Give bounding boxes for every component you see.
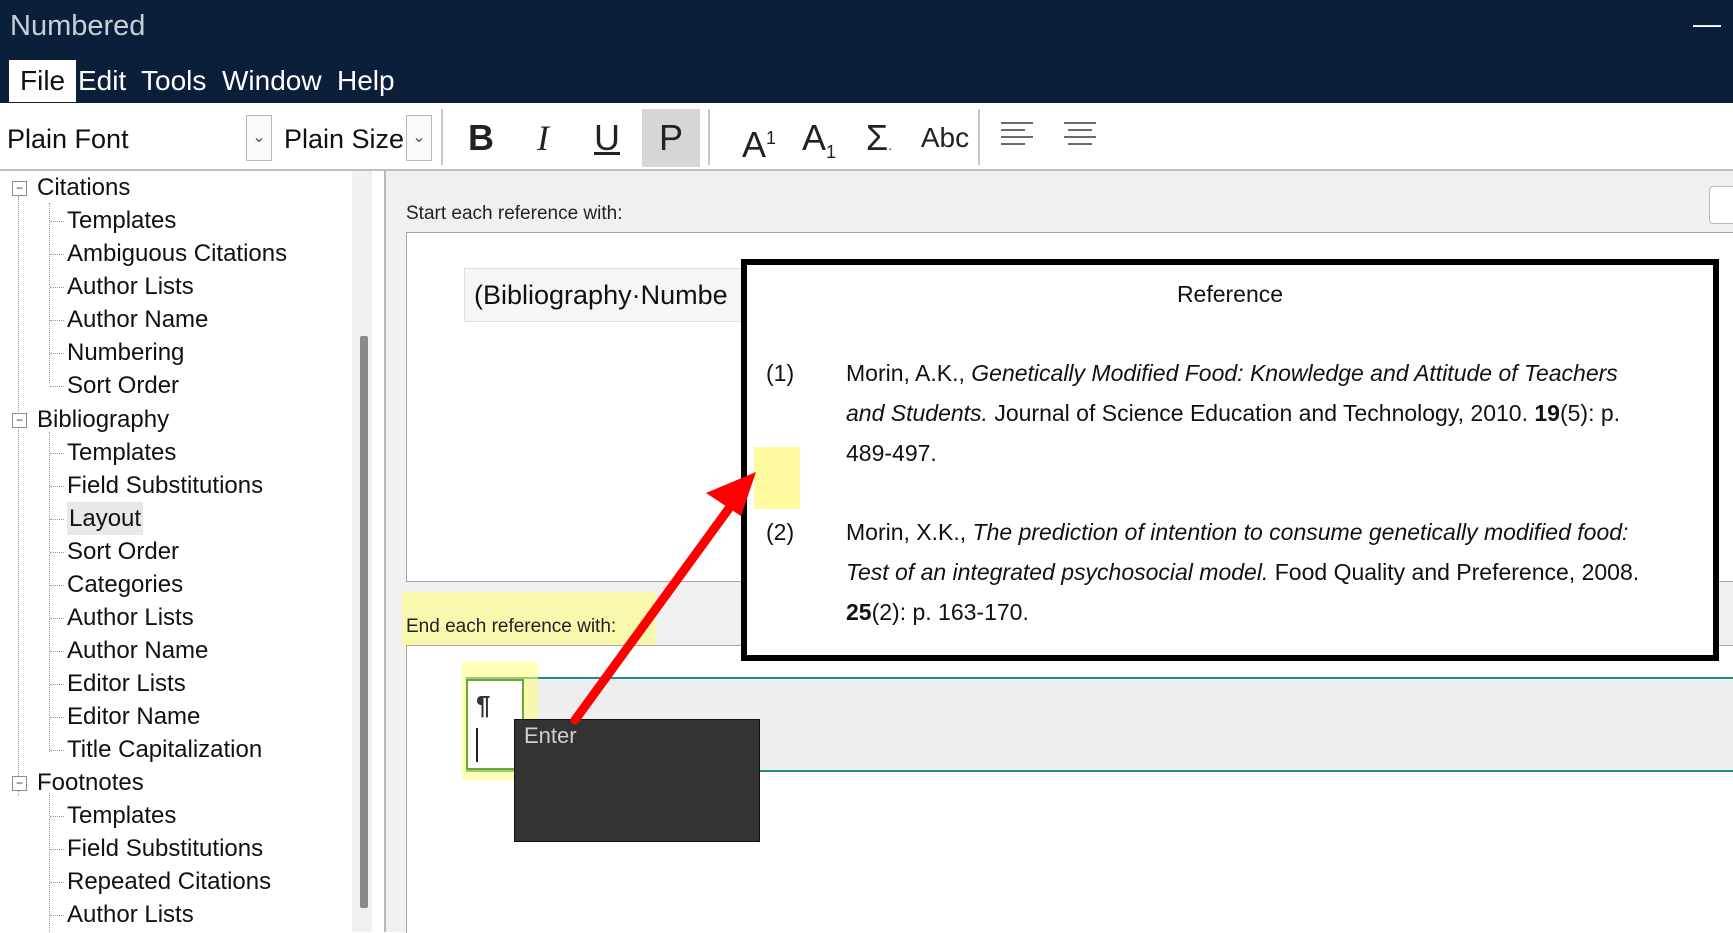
sidebar-item-citations-sort-order[interactable]: Sort Order — [67, 369, 179, 402]
toolbar-divider — [978, 109, 980, 165]
sidebar-item-bibliography-author-lists[interactable]: Author Lists — [67, 601, 194, 634]
paragraph-mark-icon: ¶ — [476, 690, 491, 720]
reference-journal: Food Quality and Preference, 2008. — [1268, 559, 1640, 585]
start-reference-label: Start each reference with: — [406, 203, 623, 224]
sidebar-item-bibliography-sort-order[interactable]: Sort Order — [67, 535, 179, 568]
end-reference-label: End each reference with: — [406, 616, 617, 637]
reference-gap-highlight — [754, 447, 800, 509]
sidebar-item-numbering[interactable]: Numbering — [67, 336, 184, 369]
sidebar-item-footnotes-field-substitutions[interactable]: Field Substitutions — [67, 832, 263, 865]
sidebar-item-citations-templates[interactable]: Templates — [67, 204, 176, 237]
keypress-label: Enter — [524, 723, 577, 748]
underline-button[interactable]: U — [578, 109, 636, 167]
sidebar-item-citations-author-name[interactable]: Author Name — [67, 303, 208, 336]
reference-volume: 19 — [1534, 400, 1560, 426]
bold-button[interactable]: B — [452, 109, 510, 167]
menu-tools[interactable]: Tools — [130, 60, 217, 102]
reference-title: The prediction of intention to consume g… — [972, 519, 1629, 545]
sidebar-item-bibliography-templates[interactable]: Templates — [67, 436, 176, 469]
sidebar-item-footnotes-templates[interactable]: Templates — [67, 799, 176, 832]
tree-line — [49, 793, 50, 932]
reference-authors: Morin, A.K., — [846, 360, 972, 386]
sidebar-item-layout[interactable]: Layout — [67, 502, 144, 535]
tree-line — [18, 196, 19, 796]
font-select[interactable]: Plain Font — [7, 124, 129, 155]
sidebar-scroll-thumb[interactable] — [360, 336, 368, 908]
reference-line: Test of an integrated psychosocial model… — [846, 559, 1639, 586]
subscript-button[interactable]: A1 — [790, 109, 848, 167]
toolbar-divider — [441, 109, 443, 165]
reference-volume: 25 — [846, 599, 872, 625]
reference-title-cont: and Students. — [846, 400, 988, 426]
sidebar-group-bibliography[interactable]: Bibliography — [37, 403, 169, 436]
reference-issue: (5): p. — [1559, 400, 1621, 426]
reference-number: (2) — [766, 519, 795, 545]
reference-pages: (2): p. 163-170. — [871, 599, 1029, 625]
sidebar-group-footnotes[interactable]: Footnotes — [37, 766, 144, 799]
start-reference-value: (Bibliography·Numbe — [474, 280, 728, 310]
sidebar-item-citations-author-lists[interactable]: Author Lists — [67, 270, 194, 303]
sidebar-item-title-capitalization[interactable]: Title Capitalization — [67, 733, 262, 766]
sidebar-item-ambiguous-citations[interactable]: Ambiguous Citations — [67, 237, 287, 270]
toolbar-divider — [708, 109, 710, 165]
reference-title-cont: Test of an integrated psychosocial model… — [846, 559, 1269, 585]
size-dropdown-button[interactable]: ⌄ — [406, 115, 432, 161]
sidebar-item-repeated-citations[interactable]: Repeated Citations — [67, 865, 271, 898]
sidebar-group-citations[interactable]: Citations — [37, 171, 130, 204]
font-dropdown-button[interactable]: ⌄ — [246, 115, 272, 161]
collapse-citations-icon[interactable]: − — [12, 181, 27, 196]
field-border-top — [466, 677, 1733, 679]
menu-edit[interactable]: Edit — [67, 60, 137, 102]
sidebar-item-editor-lists[interactable]: Editor Lists — [67, 667, 186, 700]
superscript-mark: 1 — [766, 128, 777, 148]
minimize-button[interactable]: — — [1692, 8, 1722, 40]
sigma-icon: Σ — [865, 117, 889, 158]
collapse-footnotes-icon[interactable]: − — [12, 776, 27, 791]
sidebar-item-bibliography-author-name[interactable]: Author Name — [67, 634, 208, 667]
sidebar-item-editor-name[interactable]: Editor Name — [67, 700, 200, 733]
plain-button[interactable]: P — [642, 109, 700, 167]
italic-button[interactable]: I — [514, 109, 572, 167]
reference-line: and Students. Journal of Science Educati… — [846, 400, 1620, 427]
menu-window[interactable]: Window — [211, 60, 333, 102]
tree-line — [49, 432, 50, 752]
reference-line: Morin, A.K., Genetically Modified Food: … — [846, 360, 1618, 387]
sidebar-item-bibliography-field-substitutions[interactable]: Field Substitutions — [67, 469, 263, 502]
window-title: Numbered — [10, 10, 146, 42]
reference-line: Morin, X.K., The prediction of intention… — [846, 519, 1628, 546]
small-caps-button[interactable]: Abc — [910, 109, 980, 167]
menu-help[interactable]: Help — [326, 60, 406, 102]
reference-line: 25(2): p. 163-170. — [846, 599, 1029, 626]
collapse-bibliography-icon[interactable]: − — [12, 413, 27, 428]
superscript-icon: A — [741, 124, 766, 165]
chevron-down-icon: ⌄ — [252, 129, 266, 146]
reference-preview-title: Reference — [1176, 281, 1284, 307]
reference-journal: Journal of Science Education and Technol… — [987, 400, 1535, 426]
superscript-button[interactable]: A1 — [730, 109, 788, 167]
sidebar-item-footnotes-author-lists[interactable]: Author Lists — [67, 898, 194, 931]
reference-authors: Morin, X.K., — [846, 519, 973, 545]
tree-line — [49, 203, 50, 383]
reference-title: Genetically Modified Food: Knowledge and… — [971, 360, 1618, 386]
symbol-button[interactable]: Σ. — [850, 109, 908, 167]
align-left-icon[interactable] — [1001, 122, 1037, 152]
reference-number: (1) — [766, 360, 795, 386]
chevron-down-icon: ⌄ — [412, 129, 426, 146]
subscript-mark: 1 — [826, 142, 837, 163]
align-center-icon[interactable] — [1064, 122, 1100, 152]
size-select[interactable]: Plain Size — [284, 124, 404, 155]
sidebar-item-categories[interactable]: Categories — [67, 568, 183, 601]
subscript-icon: A — [801, 117, 826, 158]
text-caret — [476, 728, 478, 762]
reference-pages: 489-497. — [846, 440, 937, 466]
panel-control[interactable] — [1709, 186, 1733, 224]
